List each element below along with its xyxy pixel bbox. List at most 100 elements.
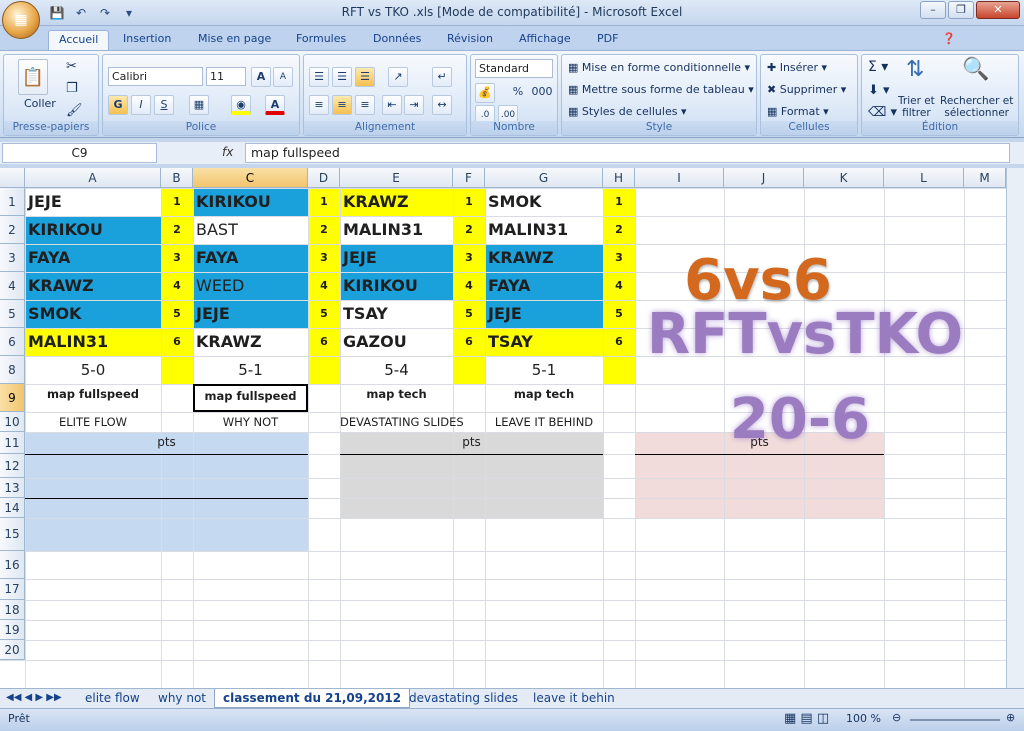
help-icon[interactable]: ❓ — [942, 30, 956, 50]
player-name-cell[interactable]: KIRIKOU — [340, 272, 453, 300]
row-header-19[interactable]: 19 — [0, 620, 25, 640]
orientation-icon[interactable]: ↗ — [388, 67, 408, 87]
rank-number-cell[interactable]: 2 — [453, 216, 485, 244]
score-cell[interactable]: 5-1 — [485, 356, 603, 384]
zoom-in-icon[interactable]: ⊕ — [1006, 711, 1015, 724]
player-name-cell[interactable]: SMOK — [25, 300, 161, 328]
rank-number-cell[interactable]: 2 — [161, 216, 193, 244]
insert-button[interactable]: ✚ Insérer ▾ — [767, 61, 827, 74]
increase-indent-icon[interactable]: ⇥ — [404, 95, 424, 115]
percent-button[interactable]: % — [508, 83, 528, 103]
map-cell[interactable]: map tech — [485, 384, 603, 412]
align-top-icon[interactable]: ☰ — [309, 67, 329, 87]
rank-number-cell[interactable]: 4 — [603, 272, 635, 300]
rank-number-cell[interactable]: 5 — [308, 300, 340, 328]
rank-number-cell[interactable]: 4 — [308, 272, 340, 300]
player-name-cell[interactable]: JEJE — [340, 244, 453, 272]
copy-icon[interactable]: ❐ — [66, 81, 78, 96]
column-header-i[interactable]: I — [635, 168, 724, 188]
view-normal-icon[interactable]: ▦ ▤ ◫ — [784, 711, 829, 726]
conditional-format-button[interactable]: ▦ Mise en forme conditionnelle ▾ — [568, 61, 750, 74]
clear-icon[interactable]: ⌫ ▾ — [868, 105, 897, 120]
song-cell[interactable]: WHY NOT — [193, 412, 308, 432]
rank-number-cell[interactable]: 5 — [161, 300, 193, 328]
tab-revision[interactable]: Révision — [447, 30, 493, 50]
rank-number-cell[interactable]: 3 — [308, 244, 340, 272]
player-name-cell[interactable]: JEJE — [25, 188, 161, 216]
cell-styles-button[interactable]: ▦ Styles de cellules ▾ — [568, 105, 686, 118]
player-name-cell[interactable]: MALIN31 — [340, 216, 453, 244]
player-name-cell[interactable]: JEJE — [193, 300, 308, 328]
align-bottom-icon[interactable]: ☰ — [355, 67, 375, 87]
song-cell[interactable]: ELITE FLOW — [25, 412, 161, 432]
select-all-corner[interactable] — [0, 168, 25, 188]
row-header-14[interactable]: 14 — [0, 498, 25, 518]
rank-number-cell[interactable]: 2 — [603, 216, 635, 244]
zoom-slider[interactable] — [910, 719, 1000, 721]
decrease-indent-icon[interactable]: ⇤ — [382, 95, 402, 115]
score-cell[interactable]: 5-0 — [25, 356, 161, 384]
tab-insertion[interactable]: Insertion — [123, 30, 171, 50]
column-header-k[interactable]: K — [804, 168, 884, 188]
player-name-cell[interactable]: KRAWZ — [193, 328, 308, 356]
row-header-6[interactable]: 6 — [0, 328, 25, 356]
song-cell[interactable]: LEAVE IT BEHIND — [485, 412, 603, 432]
player-name-cell[interactable]: FAYA — [193, 244, 308, 272]
column-header-g[interactable]: G — [485, 168, 603, 188]
player-name-cell[interactable]: KRAWZ — [485, 244, 603, 272]
delete-button[interactable]: ✖ Supprimer ▾ — [767, 83, 846, 96]
song-cell[interactable]: DEVASTATING SLIDES — [340, 412, 464, 432]
selected-cell-c9[interactable]: map fullspeed — [193, 384, 308, 412]
row-header-8[interactable]: 8 — [0, 356, 25, 384]
row-header-20[interactable]: 20 — [0, 640, 25, 660]
grow-font-icon[interactable]: A — [251, 67, 271, 87]
player-name-cell[interactable]: BAST — [193, 216, 308, 244]
shrink-font-icon[interactable]: A — [273, 67, 293, 87]
font-size-select[interactable]: 11 — [206, 67, 246, 86]
column-header-a[interactable]: A — [25, 168, 161, 188]
sheet-tab-elite-flow[interactable]: elite flow — [85, 689, 140, 708]
font-name-select[interactable]: Calibri — [108, 67, 203, 86]
find-select-button[interactable]: Rechercher et sélectionner — [940, 95, 1013, 119]
column-header-l[interactable]: L — [884, 168, 964, 188]
italic-button[interactable]: I — [131, 95, 151, 115]
currency-icon[interactable]: 💰 — [475, 83, 495, 103]
row-header-2[interactable]: 2 — [0, 216, 25, 244]
zoom-level[interactable]: 100 % — [846, 712, 881, 725]
rank-number-cell[interactable]: 3 — [453, 244, 485, 272]
player-name-cell[interactable]: MALIN31 — [485, 216, 603, 244]
row-header-4[interactable]: 4 — [0, 272, 25, 300]
cut-icon[interactable]: ✂ — [66, 59, 77, 74]
column-header-c[interactable]: C — [193, 168, 308, 188]
tab-mise-en-page[interactable]: Mise en page — [198, 30, 271, 50]
row-header-15[interactable]: 15 — [0, 518, 25, 551]
column-header-d[interactable]: D — [308, 168, 340, 188]
row-header-17[interactable]: 17 — [0, 579, 25, 600]
rank-number-cell[interactable]: 6 — [603, 328, 635, 356]
table-format-button[interactable]: ▦ Mettre sous forme de tableau ▾ — [568, 83, 754, 96]
column-header-h[interactable]: H — [603, 168, 635, 188]
player-name-cell[interactable]: TSAY — [340, 300, 453, 328]
rank-number-cell[interactable]: 3 — [161, 244, 193, 272]
close-button[interactable]: ✕ — [976, 1, 1020, 19]
paste-icon[interactable]: 📋 — [18, 59, 48, 95]
player-name-cell[interactable]: WEED — [193, 272, 308, 300]
vertical-scrollbar[interactable] — [1006, 168, 1024, 688]
tab-accueil[interactable]: Accueil — [48, 30, 110, 50]
borders-icon[interactable]: ▦ — [189, 95, 209, 115]
rank-number-cell[interactable]: 2 — [308, 216, 340, 244]
column-header-f[interactable]: F — [453, 168, 485, 188]
zoom-out-icon[interactable]: ⊖ — [892, 711, 901, 724]
fx-button[interactable]: fx — [222, 145, 233, 159]
column-header-j[interactable]: J — [724, 168, 804, 188]
rank-number-cell[interactable]: 6 — [308, 328, 340, 356]
rank-number-cell[interactable]: 5 — [453, 300, 485, 328]
maximize-button[interactable]: ❐ — [948, 1, 974, 19]
tab-affichage[interactable]: Affichage — [519, 30, 571, 50]
row-header-10[interactable]: 10 — [0, 412, 25, 432]
number-format-select[interactable]: Standard — [475, 59, 553, 78]
format-painter-icon[interactable]: 🖌 — [66, 103, 83, 118]
map-cell[interactable]: map fullspeed — [25, 384, 161, 412]
tab-formules[interactable]: Formules — [296, 30, 346, 50]
player-name-cell[interactable]: KIRIKOU — [25, 216, 161, 244]
